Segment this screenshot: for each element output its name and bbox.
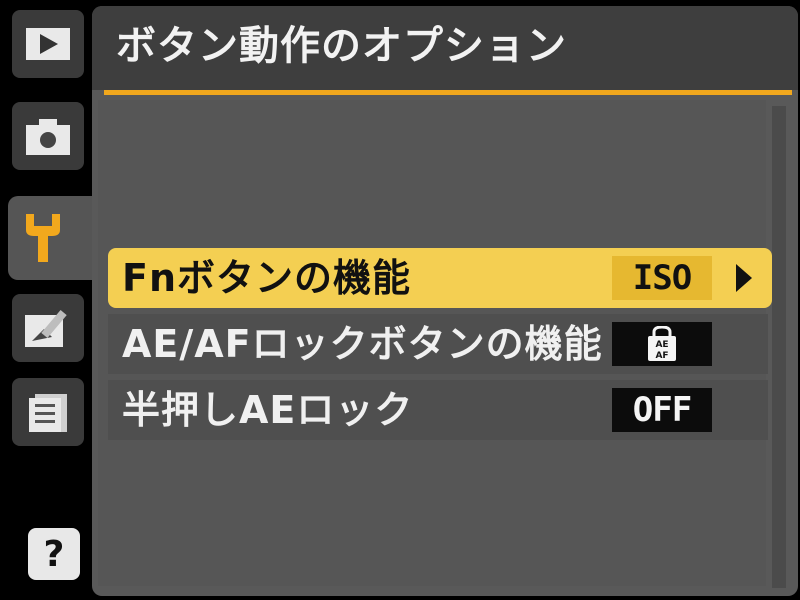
header-divider [104, 90, 792, 95]
chevron-right-icon[interactable] [736, 264, 752, 292]
help-button[interactable]: ? [28, 528, 80, 580]
menu-item-label: Fnボタンの機能 [122, 256, 412, 300]
menu-panel: ボタン動作のオプション Fnボタンの機能 ISO AE/AFロックボタンの機能 … [92, 6, 798, 596]
tab-recent-settings[interactable] [12, 378, 84, 446]
help-icon: ? [43, 533, 65, 575]
page-title: ボタン動作のオプション [116, 23, 567, 69]
menu-item-value: OFF [612, 388, 712, 432]
ae-af-lock-icon: AE AF [612, 322, 712, 366]
menu-item-half-press-ae-lock[interactable]: 半押しAEロック OFF [108, 380, 768, 440]
panel-header: ボタン動作のオプション [92, 6, 798, 90]
playback-icon [25, 27, 71, 61]
menu-item-fn-button[interactable]: Fnボタンの機能 ISO [108, 248, 772, 308]
menu-list: Fnボタンの機能 ISO AE/AFロックボタンの機能 AE AF 半押しAEロ… [98, 100, 772, 586]
sidebar: ? [0, 0, 128, 600]
recent-settings-icon [27, 390, 69, 434]
svg-text:AE: AE [655, 340, 668, 350]
menu-item-ae-af-lock-button[interactable]: AE/AFロックボタンの機能 AE AF [108, 314, 768, 374]
wrench-icon [22, 212, 64, 264]
camera-menu-screen: ? ボタン動作のオプション Fnボタンの機能 ISO AE/AFロックボタンの機… [0, 0, 800, 600]
tab-retouch[interactable] [12, 294, 84, 362]
svg-text:AF: AF [655, 351, 668, 361]
menu-item-label: AE/AFロックボタンの機能 [122, 322, 603, 366]
retouch-icon [24, 307, 72, 349]
scrollbar[interactable] [772, 106, 786, 588]
tab-shooting[interactable] [12, 102, 84, 170]
tab-playback[interactable] [12, 10, 84, 78]
menu-item-label: 半押しAEロック [122, 388, 414, 432]
menu-item-value: ISO [612, 256, 712, 300]
camera-icon [25, 116, 71, 156]
